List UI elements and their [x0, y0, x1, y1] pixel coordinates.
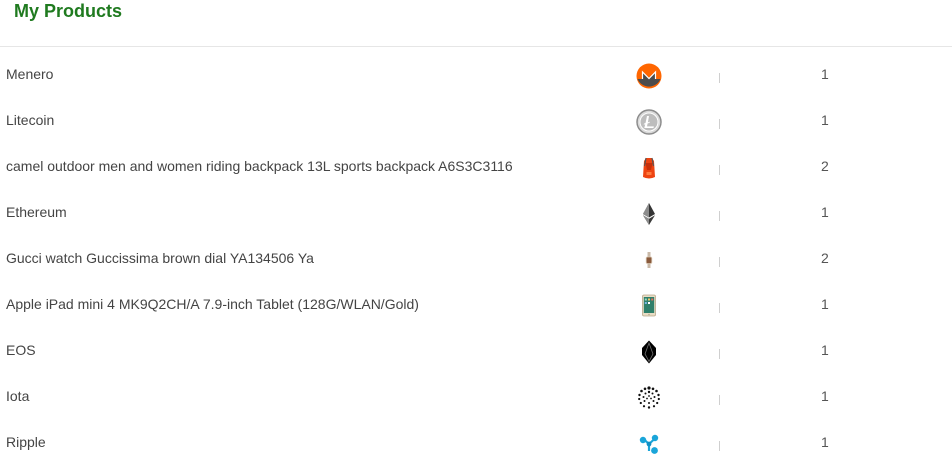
watch-icon[interactable] [636, 247, 662, 273]
product-row[interactable]: EOS 1 [0, 323, 952, 369]
product-quantity: 1 [821, 112, 829, 128]
page-header: My Products [0, 0, 952, 47]
column-divider [719, 119, 720, 129]
iota-icon[interactable] [636, 385, 662, 411]
eos-icon[interactable] [636, 339, 662, 365]
litecoin-coin-icon[interactable] [636, 109, 662, 135]
product-row[interactable]: Apple iPad mini 4 MK9Q2CH/A 7.9-inch Tab… [0, 277, 952, 323]
product-quantity: 2 [821, 158, 829, 174]
page-title: My Products [14, 1, 123, 21]
ripple-icon[interactable] [636, 431, 662, 457]
product-quantity: 1 [821, 388, 829, 404]
product-name[interactable]: Litecoin [6, 112, 54, 128]
column-divider [719, 303, 720, 313]
tablet-icon[interactable] [636, 293, 662, 319]
product-name[interactable]: camel outdoor men and women riding backp… [6, 158, 513, 174]
product-row[interactable]: Ethereum 1 [0, 185, 952, 231]
product-list: Menero 1 Litecoin 1 camel outdoor men an… [0, 47, 952, 461]
column-divider [719, 441, 720, 451]
product-name[interactable]: Ripple [6, 434, 46, 450]
backpack-icon[interactable] [636, 155, 662, 181]
product-name[interactable]: Iota [6, 388, 29, 404]
column-divider [719, 349, 720, 359]
product-row[interactable]: Ripple 1 [0, 415, 952, 461]
column-divider [719, 73, 720, 83]
product-name[interactable]: Ethereum [6, 204, 67, 220]
column-divider [719, 257, 720, 267]
product-name[interactable]: Gucci watch Guccissima brown dial YA1345… [6, 250, 314, 266]
product-row[interactable]: Iota 1 [0, 369, 952, 415]
product-quantity: 1 [821, 296, 829, 312]
monero-coin-icon[interactable] [636, 63, 662, 89]
product-quantity: 2 [821, 250, 829, 266]
product-row[interactable]: Menero 1 [0, 47, 952, 93]
product-row[interactable]: Litecoin 1 [0, 93, 952, 139]
product-quantity: 1 [821, 342, 829, 358]
product-row[interactable]: camel outdoor men and women riding backp… [0, 139, 952, 185]
product-quantity: 1 [821, 434, 829, 450]
product-name[interactable]: Apple iPad mini 4 MK9Q2CH/A 7.9-inch Tab… [6, 296, 419, 312]
product-quantity: 1 [821, 66, 829, 82]
product-row[interactable]: Gucci watch Guccissima brown dial YA1345… [0, 231, 952, 277]
product-name[interactable]: Menero [6, 66, 53, 82]
column-divider [719, 211, 720, 221]
ethereum-icon[interactable] [636, 201, 662, 227]
product-name[interactable]: EOS [6, 342, 36, 358]
product-quantity: 1 [821, 204, 829, 220]
column-divider [719, 395, 720, 405]
column-divider [719, 165, 720, 175]
